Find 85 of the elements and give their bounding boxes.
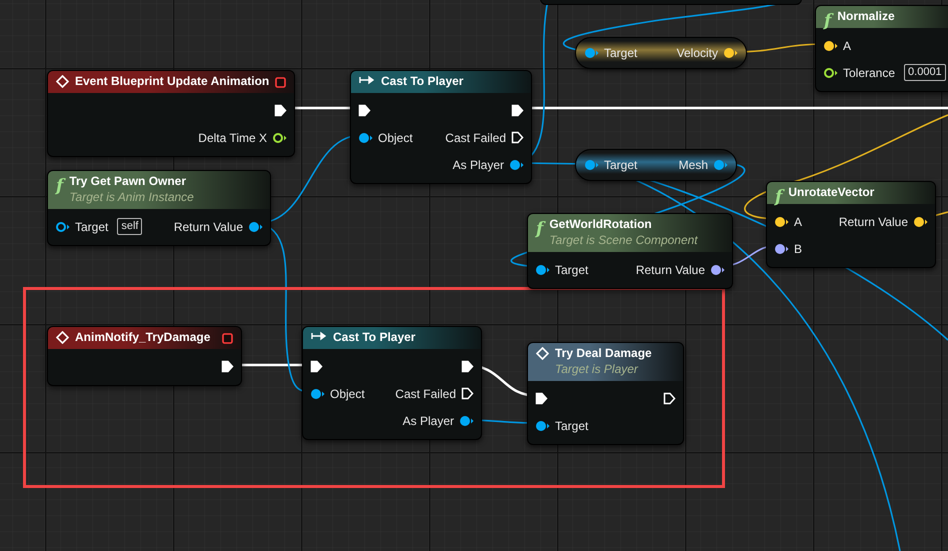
pin-label: As Player [452, 156, 504, 174]
exec-pin[interactable] [221, 360, 234, 373]
node-title: Try Deal Damage [555, 346, 653, 361]
exec-pin[interactable] [535, 392, 548, 405]
data-pin[interactable] [272, 132, 287, 144]
data-pin[interactable] [509, 158, 524, 170]
data-pin[interactable] [248, 220, 263, 232]
data-pin[interactable] [55, 220, 70, 232]
data-pin[interactable] [584, 47, 599, 59]
pin-label: Velocity [676, 45, 718, 62]
node-title: Normalize [837, 9, 896, 24]
exec-pin[interactable] [663, 392, 676, 405]
data-pin[interactable] [823, 66, 838, 78]
data-pin[interactable] [713, 159, 728, 171]
data-pin[interactable] [710, 264, 725, 276]
pin-label: Object [330, 386, 365, 402]
pin-label: As Player [402, 412, 454, 430]
node-title: UnrotateVector [788, 185, 876, 200]
diamond-icon [56, 75, 69, 88]
default-value-field[interactable]: self [117, 218, 142, 235]
data-pin[interactable] [723, 47, 738, 59]
pin-label: Object [378, 130, 413, 146]
function-icon: f [56, 176, 64, 196]
data-pin[interactable] [913, 216, 928, 228]
function-icon: f [775, 187, 782, 207]
exec-pin[interactable] [274, 104, 287, 117]
exec-pin[interactable] [511, 104, 524, 117]
exec-pin[interactable] [461, 360, 474, 373]
pin-label: Return Value [636, 262, 705, 278]
exec-pin[interactable] [511, 131, 524, 144]
node-body[interactable]: f UnrotateVector A Return Value B [766, 181, 936, 268]
pin-label: Cast Failed [445, 130, 506, 146]
node-title: Cast To Player [333, 330, 416, 345]
node-body[interactable]: f Normalize A Tolerance 0.0001 [815, 5, 948, 92]
data-pin[interactable] [823, 40, 838, 52]
data-pin[interactable] [310, 388, 325, 400]
pin-label: Delta Time X [198, 130, 267, 146]
pin-label: Mesh [678, 157, 708, 174]
node-title: AnimNotify_TryDamage [75, 330, 212, 345]
node-title: Try Get Pawn Owner [69, 174, 188, 189]
data-pin[interactable] [774, 216, 789, 228]
data-pin[interactable] [535, 420, 550, 432]
data-pin[interactable] [459, 414, 474, 426]
exec-pin[interactable] [310, 360, 323, 373]
getter-node[interactable]: Target Velocity [575, 37, 747, 69]
pin-label: Target [75, 218, 108, 236]
node-subtitle: Target is Player [555, 361, 640, 377]
pin-label: Return Value [174, 218, 243, 236]
pin-label: B [794, 240, 802, 258]
node-body[interactable]: Event Blueprint Update Animation Delta Time X [47, 70, 295, 157]
node-title: GetWorldRotation [549, 217, 653, 232]
node-subtitle: Target is Scene Component [549, 232, 699, 248]
pin-label: A [843, 38, 852, 54]
function-icon: f [824, 11, 832, 31]
node-body[interactable]: Cast To Player Object Cast Failed As Player [350, 70, 532, 184]
data-pin[interactable] [774, 242, 789, 254]
node-title: Event Blueprint Update Animation [75, 74, 270, 89]
data-pin[interactable] [535, 264, 550, 276]
default-value-field[interactable]: 0.0001 [904, 64, 946, 81]
pin-label: Target [604, 45, 638, 62]
diamond-icon [56, 331, 69, 344]
node-subtitle: Target is Anim Instance [69, 189, 195, 205]
node-body[interactable]: Cast To Player Object Cast Failed As Player [302, 326, 482, 440]
pin-label: Target [604, 157, 638, 174]
node-body[interactable]: Try Deal Damage Target is Player Target [527, 342, 684, 445]
node-body[interactable]: AnimNotify_TryDamage [47, 326, 242, 386]
pin-label: Return Value [838, 214, 908, 230]
data-pin[interactable] [358, 132, 373, 144]
exec-pin[interactable] [461, 387, 474, 400]
delegate-pin-icon[interactable] [275, 76, 286, 88]
delegate-pin-icon[interactable] [222, 332, 233, 344]
pin-label: Tolerance [843, 64, 896, 82]
node-body[interactable]: f GetWorldRotation Target is Scene Component Target Return Value [527, 213, 733, 289]
pin-label: Target [555, 262, 588, 278]
exec-pin[interactable] [358, 104, 371, 117]
pin-label: Cast Failed [395, 386, 456, 402]
diamond-icon [536, 347, 549, 360]
data-pin[interactable] [584, 159, 599, 171]
getter-node[interactable]: Target Mesh [575, 149, 737, 181]
pin-label: A [794, 214, 802, 230]
function-icon: f [536, 219, 544, 239]
node-title: Cast To Player [381, 74, 464, 89]
arrow-icon [311, 331, 327, 341]
arrow-icon [359, 75, 375, 85]
pin-label: Target [555, 418, 588, 434]
